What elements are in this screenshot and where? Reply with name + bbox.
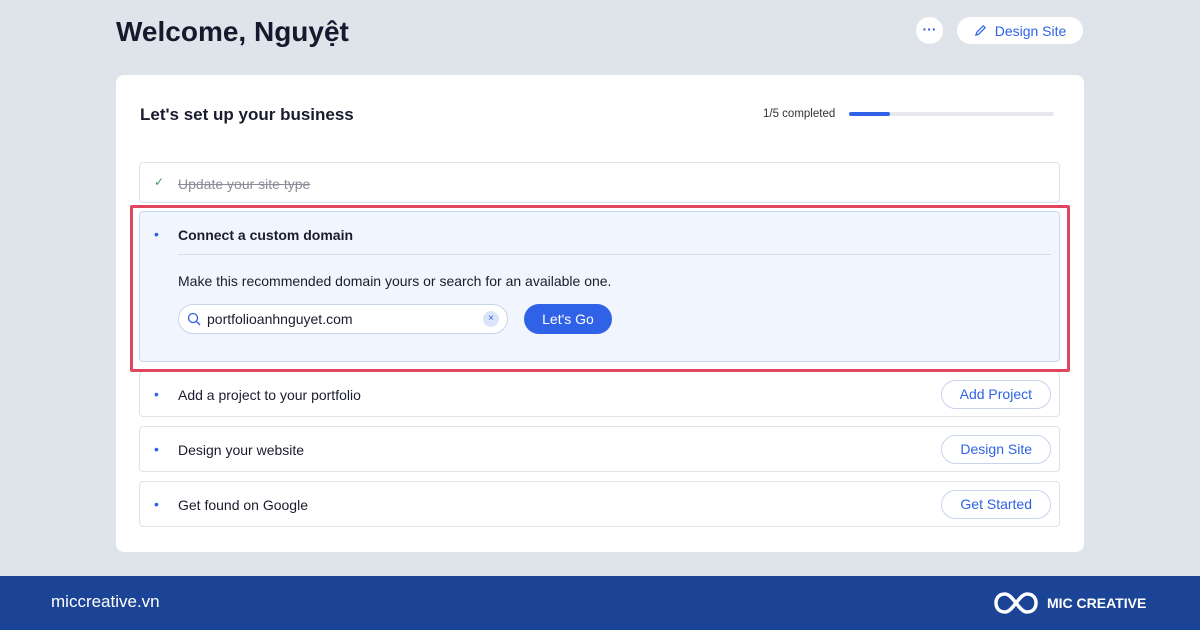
add-project-button[interactable]: Add Project xyxy=(940,380,1051,409)
check-icon: ✓ xyxy=(154,175,165,189)
design-site-button[interactable]: Design Site xyxy=(957,17,1083,44)
task-label: Design your website xyxy=(178,442,305,458)
task-get-found-google: • Get found on Google Get Started xyxy=(139,481,1060,527)
bullet-icon: • xyxy=(154,441,159,457)
task-add-project: • Add a project to your portfolio Add Pr… xyxy=(139,371,1060,417)
setup-title: Let's set up your business xyxy=(140,105,354,124)
pencil-icon xyxy=(974,25,986,37)
task-label: Update your site type xyxy=(178,176,311,192)
progress-bar xyxy=(849,112,1054,116)
infinity-logo-icon xyxy=(994,592,1038,614)
brand-name: MIC CREATIVE xyxy=(1047,595,1147,611)
task-label: Get found on Google xyxy=(178,497,308,513)
page-title: Welcome, Nguyệt xyxy=(116,16,349,47)
progress-fill xyxy=(849,112,890,116)
footer-banner: miccreative.vn MIC CREATIVE xyxy=(0,576,1200,630)
progress-text: 1/5 completed xyxy=(763,108,836,120)
more-options-button[interactable]: ··· xyxy=(916,17,943,44)
highlight-box xyxy=(130,205,1070,372)
bullet-icon: • xyxy=(154,496,159,512)
task-design-website: • Design your website Design Site xyxy=(139,426,1060,472)
task-update-site-type[interactable]: ✓ Update your site type xyxy=(139,162,1060,203)
task-label: Add a project to your portfolio xyxy=(178,387,361,403)
get-started-button[interactable]: Get Started xyxy=(941,490,1051,519)
brand-logo: MIC CREATIVE xyxy=(993,588,1146,618)
bullet-icon: • xyxy=(154,386,159,402)
design-site-task-button[interactable]: Design Site xyxy=(941,435,1051,464)
design-site-label: Design Site xyxy=(994,22,1067,39)
footer-site: miccreative.vn xyxy=(51,592,160,611)
